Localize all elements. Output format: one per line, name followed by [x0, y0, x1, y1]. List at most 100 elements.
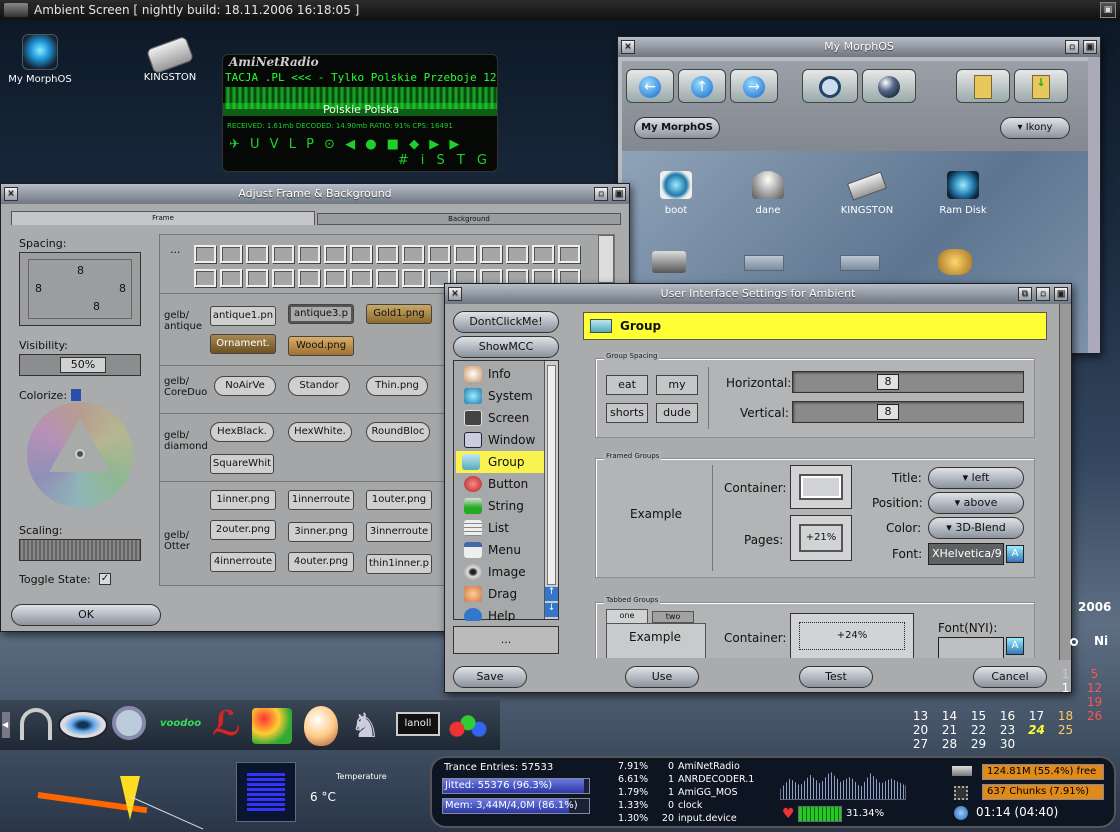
horizontal-slider[interactable]: 8 [792, 371, 1024, 393]
disk-icon[interactable] [652, 251, 686, 273]
bg-preset[interactable]: HexBlack. [210, 422, 274, 442]
bg-preset[interactable]: 1outer.png [366, 490, 432, 510]
bg-preset[interactable]: SquareWhit [210, 454, 274, 474]
calendar-day[interactable]: 22 [964, 723, 993, 737]
save-button[interactable]: Save [453, 666, 527, 688]
my-morphos-titlebar[interactable]: ✕ My MorphOS ▫ ▣ [618, 37, 1100, 57]
list-item-button[interactable]: Button [460, 473, 546, 495]
desktop-icon-my-morphos[interactable]: My MorphOS [0, 34, 80, 85]
calendar-day[interactable]: 14 [935, 709, 964, 723]
tab-background[interactable]: Background [317, 213, 621, 225]
bg-preset[interactable]: antique3.p [288, 304, 354, 324]
search-button[interactable] [802, 69, 858, 103]
list-item-screen[interactable]: Screen [460, 407, 546, 429]
frame-ellipsis[interactable]: ... [170, 243, 181, 256]
copy-button[interactable]: ↓ [1014, 69, 1068, 103]
calendar-day[interactable]: 29 [964, 737, 993, 751]
position-select[interactable]: ▾ above [928, 492, 1024, 514]
tab-two[interactable]: two [652, 611, 694, 623]
depth-button[interactable]: ▣ [1083, 40, 1097, 54]
colorize-checkbox[interactable] [71, 389, 81, 401]
calendar-day[interactable]: 16 [993, 709, 1022, 723]
paint-icon[interactable] [252, 708, 292, 744]
drive-icon-ram-disk[interactable]: Ram Disk [928, 171, 998, 216]
radio-controls[interactable]: ✈ U V L P ⊙ ◀ ● ■ ◆ ▶ ▶ [229, 137, 462, 152]
magnifier-icon[interactable] [112, 706, 146, 740]
bg-preset[interactable]: HexWhite. [288, 422, 352, 442]
eye-icon[interactable] [58, 710, 108, 740]
list-item-image[interactable]: Image [460, 561, 546, 583]
adjust-frame-titlebar[interactable]: ✕ Adjust Frame & Background ▫ ▣ [1, 184, 629, 204]
screen-depth-button[interactable]: ▣ [1100, 2, 1116, 18]
list-item-system[interactable]: System [460, 385, 546, 407]
terminal-icon[interactable]: lanoll [396, 712, 440, 736]
bg-preset[interactable]: thin1inner.p [366, 554, 432, 574]
title-select[interactable]: ▾ left [928, 467, 1024, 489]
knight-icon[interactable]: ♞ [350, 706, 386, 746]
calendar-day[interactable]: 1 [1051, 681, 1080, 695]
calendar-day[interactable]: 28 [935, 737, 964, 751]
bg-preset[interactable]: 4innerroute [210, 552, 276, 572]
paste-button[interactable] [956, 69, 1010, 103]
dont-click-me-button[interactable]: DontClickMe! [453, 311, 559, 333]
tabbed-font-field[interactable] [938, 637, 1004, 658]
color-select[interactable]: ▾ 3D-Blend [928, 517, 1024, 539]
font-popup-button[interactable]: A [1006, 545, 1024, 563]
tabbed-container-button[interactable]: +24% [790, 613, 914, 658]
scaling-slider[interactable] [19, 539, 141, 561]
headphones-icon[interactable] [20, 708, 52, 740]
close-button[interactable]: ✕ [621, 40, 635, 54]
visibility-slider[interactable]: 50% [19, 354, 141, 376]
calendar-day[interactable]: 20 [906, 723, 935, 737]
up-button[interactable]: ↑ [678, 69, 726, 103]
list-scrollbar[interactable]: ↑ ↓ [544, 361, 558, 619]
calendar-day[interactable]: 17 [1022, 709, 1051, 723]
dude-button[interactable]: dude [656, 403, 698, 423]
test-button[interactable]: Test [799, 666, 873, 688]
bg-preset[interactable]: RoundBloc [366, 422, 430, 442]
ambient-logo-icon[interactable] [4, 3, 28, 17]
calendar-today[interactable]: 24 [1022, 723, 1051, 737]
list-item-menu[interactable]: Menu [460, 539, 546, 561]
desktop-icon-kingston[interactable]: KINGSTON [130, 35, 210, 83]
pages-frame-button[interactable]: +21% [790, 515, 852, 561]
panel-scrollbar[interactable] [1059, 304, 1071, 660]
font-popup-button[interactable]: A [1006, 637, 1024, 655]
bg-preset[interactable]: 3innerroute [366, 522, 432, 542]
bg-preset[interactable]: Ornament. [210, 334, 276, 354]
spacing-box[interactable]: 8 8 8 8 [19, 252, 141, 326]
bg-preset[interactable]: 3inner.png [288, 522, 354, 542]
calendar-day-sunday[interactable]: 12 [1080, 681, 1109, 695]
bg-preset[interactable]: 2outer.png [210, 520, 276, 540]
calendar-day[interactable]: 21 [935, 723, 964, 737]
voodoo-icon[interactable]: voodoo [160, 718, 206, 732]
drawer-icon[interactable] [744, 255, 784, 271]
calendar-day-sunday[interactable]: 26 [1080, 709, 1109, 723]
bg-preset[interactable]: Wood.png [288, 336, 354, 356]
scroll-up-button[interactable]: ↑ [545, 587, 558, 601]
shorts-button[interactable]: shorts [606, 403, 648, 423]
ui-settings-titlebar[interactable]: ✕ User Interface Settings for Ambient ⧉ … [445, 284, 1071, 304]
snapshot-button[interactable]: ⧉ [1018, 287, 1032, 301]
bg-preset[interactable]: Thin.png [366, 376, 428, 396]
back-button[interactable]: ← [626, 69, 674, 103]
container-frame-button[interactable] [790, 465, 852, 509]
eat-button[interactable]: eat [606, 375, 648, 395]
calendar-day-sunday[interactable]: 5 [1080, 667, 1109, 681]
tools-icon[interactable] [938, 249, 972, 275]
path-button[interactable]: My MorphOS [634, 117, 720, 139]
drive-icon-kingston[interactable]: KINGSTON [832, 171, 902, 216]
use-button[interactable]: Use [625, 666, 699, 688]
morphos-scrollbar[interactable] [1088, 57, 1100, 353]
calendar-day[interactable]: 30 [993, 737, 1022, 751]
color-wheel[interactable] [27, 402, 133, 508]
dock-toggle[interactable]: ◀ [2, 712, 10, 738]
list-item-list[interactable]: List [460, 517, 546, 539]
drawer-icon[interactable] [840, 255, 880, 271]
frame-row-1[interactable] [194, 245, 584, 266]
bg-preset[interactable]: 4outer.png [288, 552, 354, 572]
list-item-help[interactable]: Help [460, 605, 546, 621]
egg-icon[interactable] [304, 706, 338, 746]
list-item-window[interactable]: Window [460, 429, 546, 451]
scroll-down-button[interactable]: ↓ [545, 603, 558, 617]
